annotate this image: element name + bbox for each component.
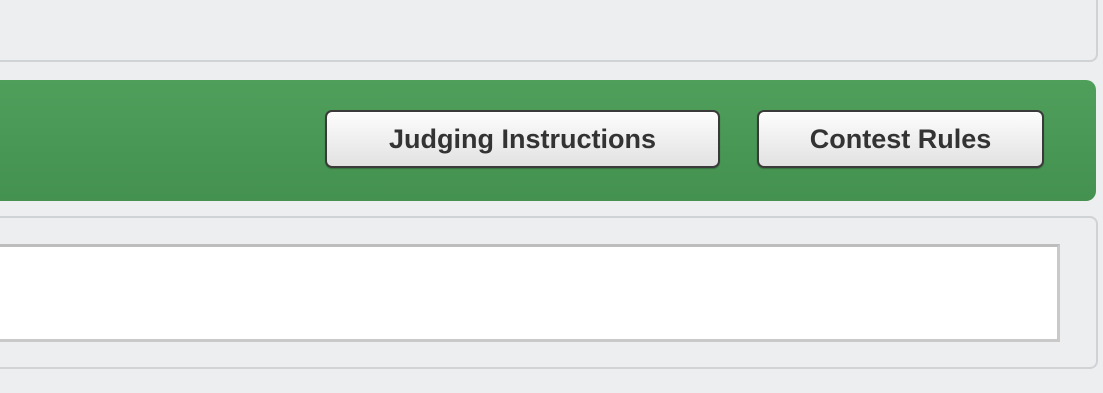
entry-text-field[interactable] <box>0 244 1060 342</box>
contest-rules-button[interactable]: Contest Rules <box>757 110 1044 168</box>
judging-instructions-button[interactable]: Judging Instructions <box>325 110 720 168</box>
page: Judging Instructions Contest Rules <box>0 0 1103 393</box>
top-panel <box>0 0 1098 62</box>
entry-panel <box>0 216 1098 369</box>
green-toolbar: Judging Instructions Contest Rules <box>0 80 1096 201</box>
